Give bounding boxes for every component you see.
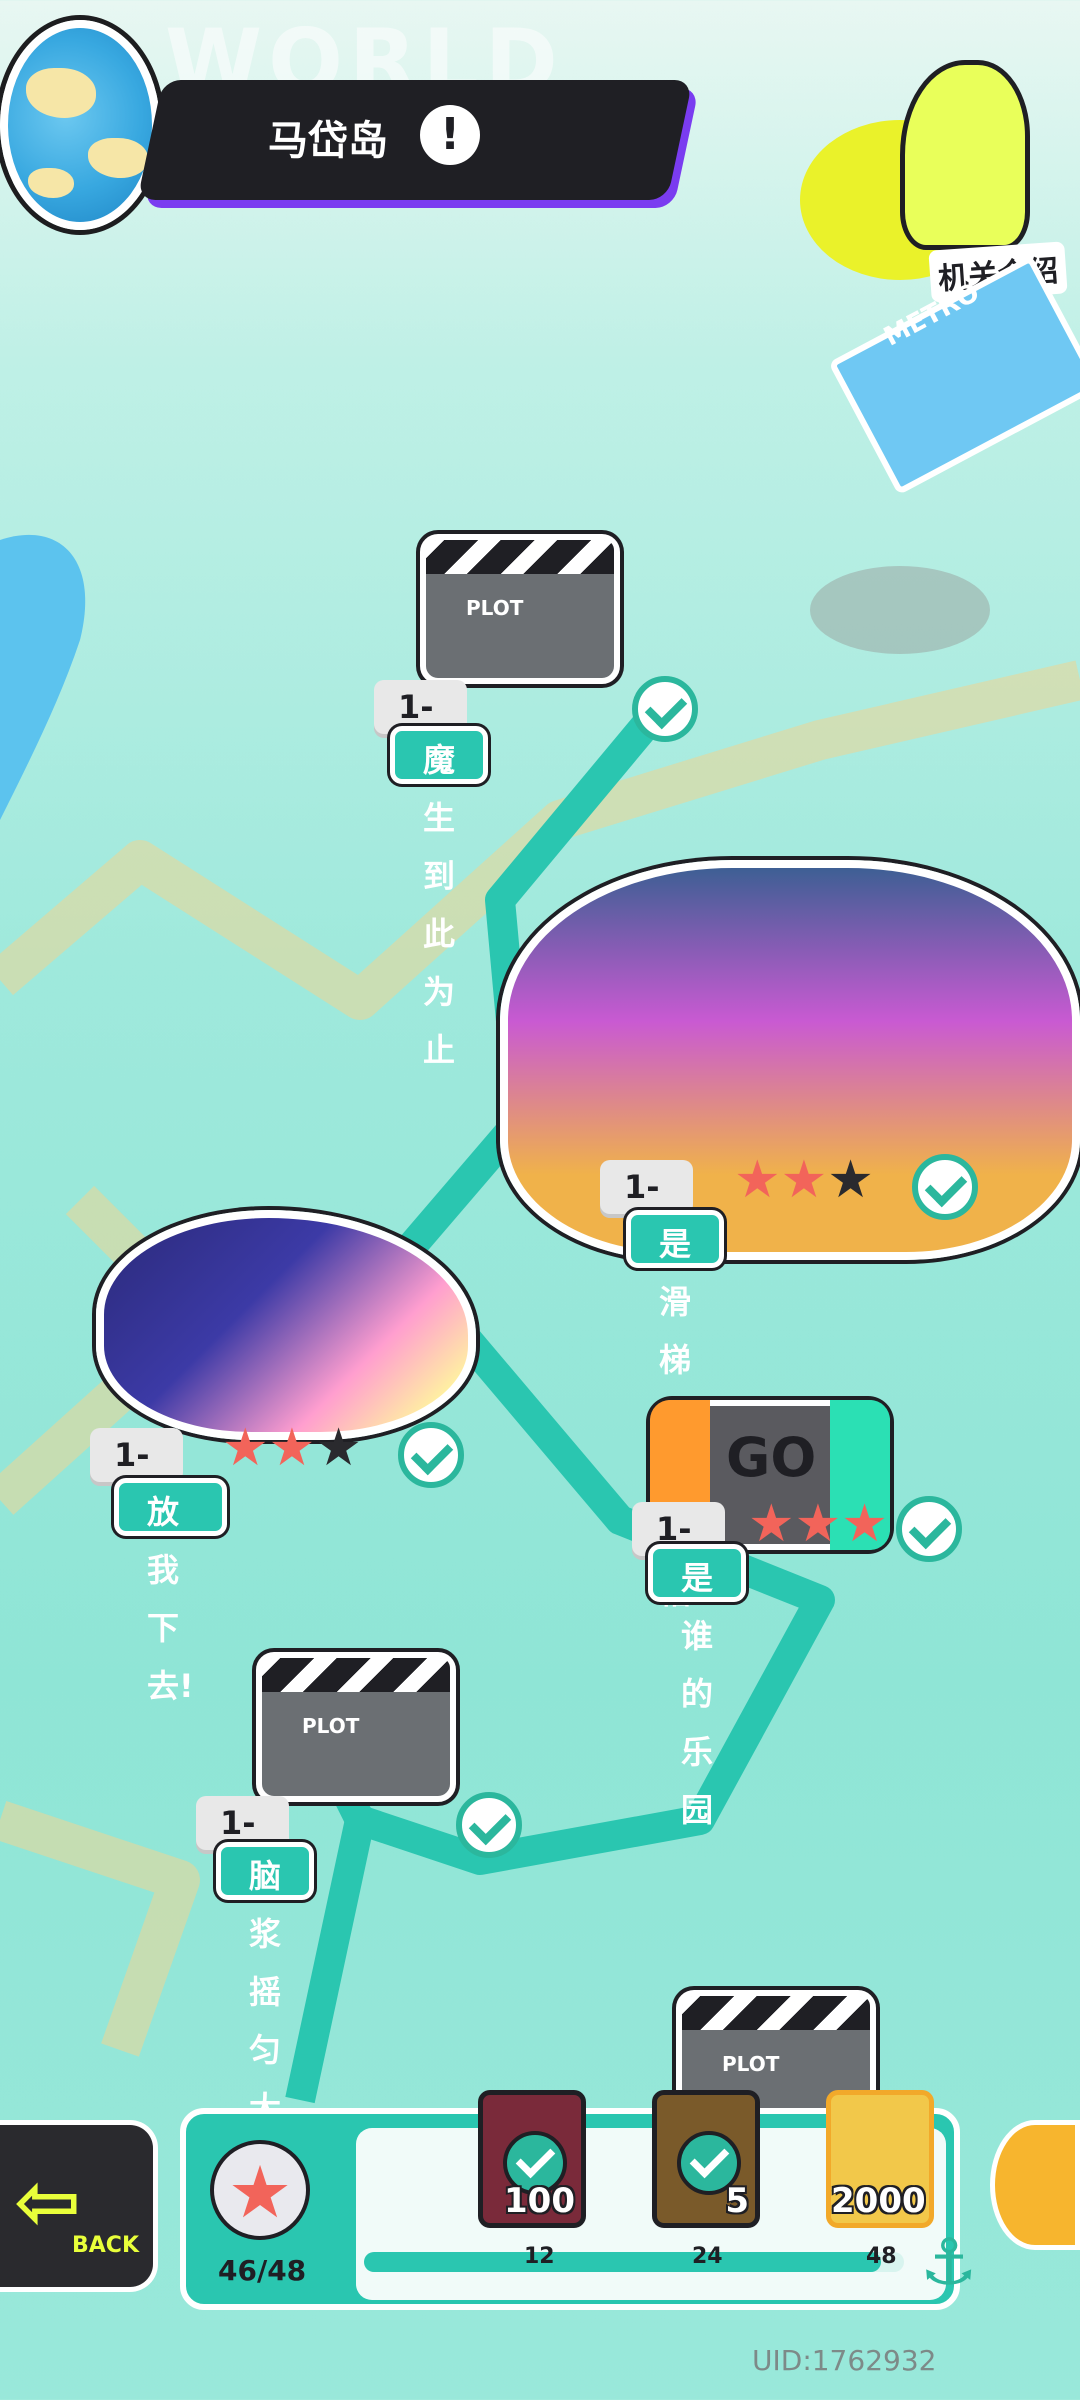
star-medal-icon: ★ bbox=[210, 2140, 310, 2240]
cleared-check-icon bbox=[912, 1154, 978, 1220]
star-filled-icon: ★ bbox=[780, 1150, 828, 1210]
reward-chest-100[interactable]: 100 bbox=[478, 2090, 586, 2228]
star-rating: ★ ★ ★ bbox=[748, 1498, 888, 1550]
level-number: 1-24 bbox=[90, 1428, 183, 1528]
plot-label: PLOT bbox=[466, 596, 524, 620]
star-rating: ★ ★ ★ bbox=[734, 1154, 874, 1206]
info-alert-icon[interactable]: ! bbox=[420, 105, 480, 165]
plot-label: PLOT bbox=[722, 2052, 780, 2076]
reward-chest-5[interactable]: 5 bbox=[652, 2090, 760, 2228]
screen-text: GO bbox=[726, 1426, 817, 1489]
reward-amount: 100 bbox=[504, 2181, 575, 2221]
back-button[interactable]: ⇦ BACK bbox=[0, 2120, 158, 2292]
reward-amount: 5 bbox=[725, 2181, 749, 2221]
milestone-label: 12 bbox=[524, 2244, 555, 2269]
level-name: 是谁的乐园 bbox=[648, 1544, 747, 1829]
reward-progress-bar bbox=[364, 2252, 904, 2272]
star-filled-icon: ★ bbox=[794, 1494, 842, 1554]
star-filled-icon: ★ bbox=[748, 1494, 795, 1554]
island-title-banner bbox=[137, 80, 693, 200]
back-label: BACK bbox=[72, 2233, 139, 2258]
level-name: 脑浆摇匀大法 bbox=[216, 1842, 315, 2185]
anchor-icon[interactable]: ⚓ bbox=[920, 2226, 977, 2300]
cleared-check-icon bbox=[456, 1792, 522, 1858]
clapperboard-icon: PLOT bbox=[420, 534, 620, 684]
level-name: 魔生到此为止 bbox=[390, 726, 489, 1069]
level-name: 是滑梯不是滑稽 bbox=[626, 1210, 725, 1611]
level-number: 1-25 bbox=[600, 1160, 693, 1260]
level-name: 放我下去! bbox=[114, 1478, 227, 1705]
reward-amount: 2000 bbox=[831, 2181, 926, 2221]
milestone-label: 48 bbox=[866, 2244, 897, 2269]
reward-chest-2000[interactable]: 2000 bbox=[826, 2090, 934, 2228]
star-filled-icon: ★ bbox=[268, 1418, 316, 1478]
island-globe-icon[interactable] bbox=[0, 20, 160, 230]
milestone-label: 24 bbox=[692, 2244, 723, 2269]
back-arrow-icon: ⇦ bbox=[14, 2155, 82, 2248]
star-empty-icon: ★ bbox=[315, 1418, 362, 1478]
stars-collected-count: 46/48 bbox=[218, 2254, 307, 2287]
plot-label: PLOT bbox=[302, 1714, 360, 1738]
cleared-check-icon bbox=[398, 1422, 464, 1488]
star-filled-icon: ★ bbox=[841, 1494, 888, 1554]
star-filled-icon: ★ bbox=[734, 1150, 781, 1210]
cleared-check-icon bbox=[896, 1496, 962, 1562]
island-name: 马岱岛 bbox=[268, 118, 388, 164]
side-coin-button[interactable] bbox=[990, 2120, 1080, 2250]
clapperboard-icon: PLOT bbox=[256, 1652, 456, 1802]
user-id-label: UID:1762932 bbox=[752, 2344, 937, 2377]
star-empty-icon: ★ bbox=[827, 1150, 874, 1210]
reward-progress-fill bbox=[364, 2252, 882, 2272]
star-filled-icon: ★ bbox=[222, 1418, 269, 1478]
guide-character-icon bbox=[900, 60, 1030, 250]
cleared-check-icon bbox=[632, 676, 698, 742]
star-rating: ★ ★ ★ bbox=[222, 1422, 362, 1474]
